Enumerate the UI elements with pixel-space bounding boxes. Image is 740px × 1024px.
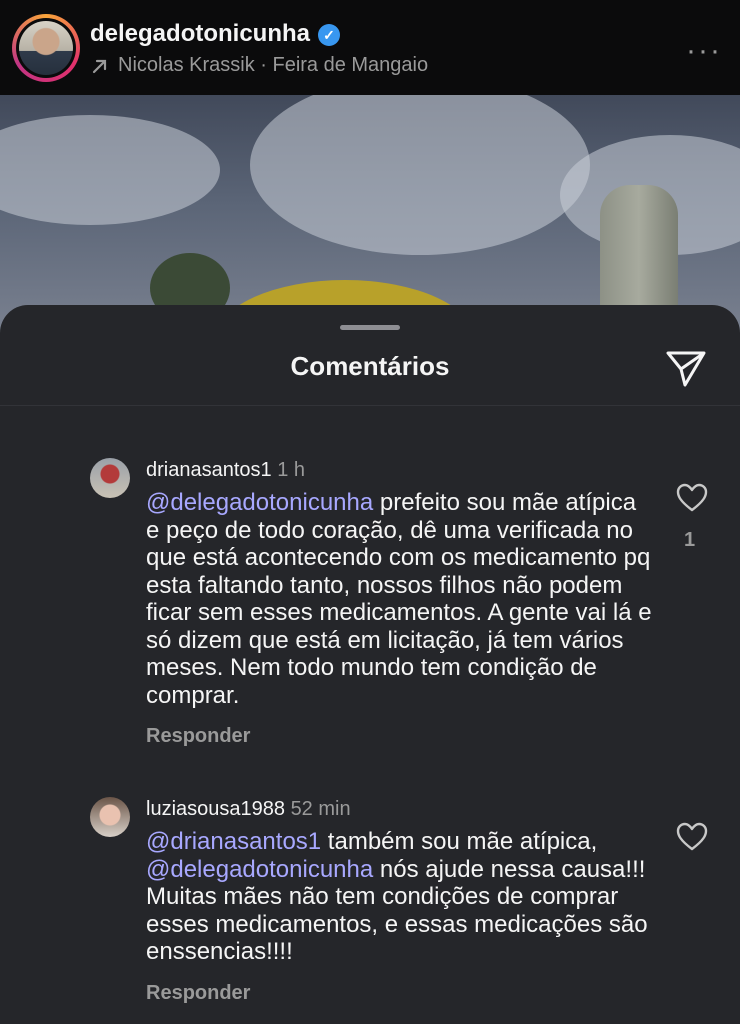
comment-time: 1 h xyxy=(277,459,306,481)
author-avatar[interactable] xyxy=(12,14,80,82)
like-count: 1 xyxy=(684,529,696,551)
comment-text: @delegadotonicunha prefeito sou mãe atíp… xyxy=(146,489,656,709)
drag-handle[interactable] xyxy=(340,325,400,330)
comment-body: prefeito sou mãe atípica e peço de todo … xyxy=(146,489,652,709)
post-header: delegadotonicunha ✓ Nicolas Krassik · Fe… xyxy=(0,0,740,95)
more-icon[interactable]: ··· xyxy=(686,34,722,68)
comment-body: também sou mãe atípica, xyxy=(321,828,598,855)
commenter-avatar[interactable] xyxy=(90,797,130,837)
comments-sheet: Comentários drianasantos1 1 h @delegadot… xyxy=(0,305,740,1024)
avatar-frame xyxy=(16,18,76,78)
mention-link[interactable]: @delegadotonicunha xyxy=(146,856,373,883)
commenter-username[interactable]: drianasantos1 xyxy=(146,459,272,481)
mention-link[interactable]: @drianasantos1 xyxy=(146,828,321,855)
verified-icon: ✓ xyxy=(318,24,340,46)
avatar-photo xyxy=(19,21,73,75)
author-username[interactable]: delegadotonicunha xyxy=(90,20,310,48)
heart-icon[interactable] xyxy=(676,483,708,513)
cloud-shape xyxy=(0,115,220,225)
sheet-title: Comentários xyxy=(290,351,450,381)
arrow-up-right-icon xyxy=(92,59,107,74)
reply-button[interactable]: Responder xyxy=(146,725,250,748)
post-photo-background xyxy=(0,95,740,335)
sheet-divider xyxy=(0,405,740,406)
commenter-avatar[interactable] xyxy=(90,458,130,498)
music-attribution[interactable]: Nicolas Krassik · Feira de Mangaio xyxy=(118,54,428,77)
cloud-shape xyxy=(250,95,590,255)
heart-icon[interactable] xyxy=(676,822,708,852)
send-icon[interactable] xyxy=(664,349,708,389)
reply-button[interactable]: Responder xyxy=(146,982,250,1005)
comment-header: luziasousa1988 52 min xyxy=(146,798,351,821)
mention-link[interactable]: @delegadotonicunha xyxy=(146,489,373,516)
commenter-username[interactable]: luziasousa1988 xyxy=(146,798,285,820)
comment-header: drianasantos1 1 h xyxy=(146,459,305,482)
comment-text: @drianasantos1 também sou mãe atípica, @… xyxy=(146,828,656,966)
comment-time: 52 min xyxy=(290,798,351,820)
